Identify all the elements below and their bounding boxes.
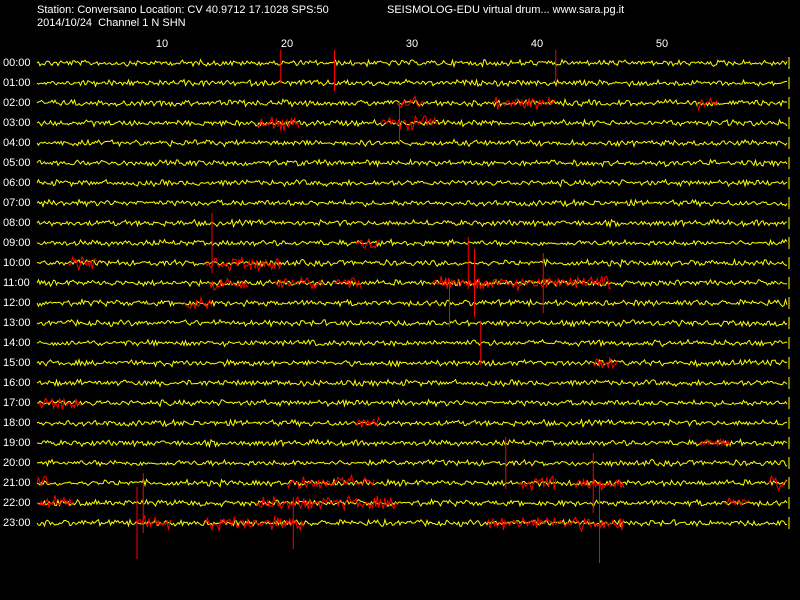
hour-trace	[36, 458, 788, 468]
hour-trace	[36, 438, 788, 449]
hour-trace	[36, 78, 788, 88]
event-segment	[36, 397, 81, 411]
hour-trace	[36, 358, 788, 368]
hour-trace	[36, 218, 788, 229]
hour-trace	[36, 138, 788, 148]
event-segment	[592, 357, 618, 370]
hour-trace	[36, 58, 788, 69]
hour-trace	[36, 378, 788, 388]
hour-trace	[36, 257, 788, 268]
event-segment	[486, 516, 593, 533]
event-segment	[355, 416, 381, 428]
hour-trace	[36, 477, 788, 488]
hour-trace	[36, 318, 788, 328]
hour-trace	[36, 178, 788, 188]
hour-trace	[36, 498, 788, 508]
event-segment	[136, 514, 172, 531]
hour-trace	[36, 118, 788, 128]
event-layer	[36, 94, 787, 533]
hour-trace	[36, 338, 788, 348]
hour-trace	[37, 398, 788, 408]
hour-trace	[36, 158, 788, 168]
hour-trace	[36, 297, 788, 308]
event-segment	[184, 295, 212, 311]
event-segment	[517, 475, 557, 493]
event-segment	[380, 115, 437, 132]
hour-trace	[36, 278, 788, 288]
hour-trace	[36, 198, 788, 208]
seismogram-drum	[36, 50, 790, 563]
hour-trace	[36, 238, 788, 248]
event-segment	[696, 96, 719, 112]
hour-trace	[36, 418, 788, 429]
